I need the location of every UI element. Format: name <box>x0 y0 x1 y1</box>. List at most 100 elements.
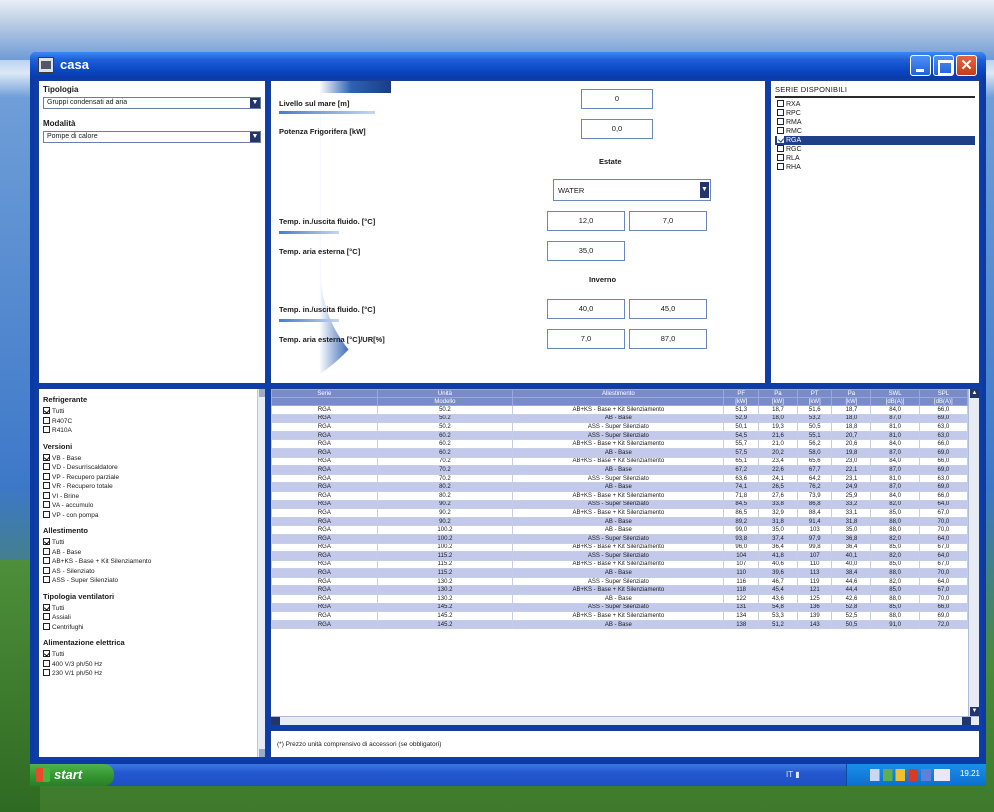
inverno-fluido-out-input[interactable]: 45,0 <box>629 299 707 319</box>
filter-option[interactable]: ASS - Super Silenziato <box>43 576 253 586</box>
livello-input[interactable]: 0 <box>581 89 653 109</box>
filter-checkbox[interactable] <box>43 416 50 424</box>
column-header[interactable]: SWL <box>870 389 920 398</box>
column-header[interactable]: SPL <box>918 389 969 398</box>
filter-checkbox[interactable] <box>43 482 50 489</box>
filter-checkbox[interactable] <box>43 426 50 433</box>
table-vertical-scrollbar[interactable]: ▲ ▼ <box>968 389 979 725</box>
table-row[interactable]: RGA 90.2 AB+KS - Base + Kit Silenziamento 8… <box>271 508 969 518</box>
start-button[interactable]: start <box>30 764 114 786</box>
filter-option[interactable]: VI - Brine <box>43 491 253 502</box>
series-item[interactable]: RLA <box>775 154 975 163</box>
chevron-down-icon[interactable]: ▼ <box>700 182 709 198</box>
column-header[interactable]: PT <box>796 389 833 398</box>
filter-checkbox[interactable] <box>43 566 50 574</box>
filter-checkbox[interactable] <box>43 491 50 499</box>
table-row[interactable]: RGA 100.2 AB+KS - Base + Kit Silenziamento… <box>271 542 969 553</box>
table-row[interactable]: RGA 60.2 ASS - Super Silenziato 54,5 21,6 55,… <box>271 430 969 441</box>
table-row[interactable]: RGA 50.2 AB+KS - Base + Kit Silenziamento 5… <box>271 405 969 415</box>
table-row[interactable]: RGA 115.2 AB+KS - Base + Kit Silenziamento… <box>271 559 969 570</box>
filter-checkbox[interactable] <box>43 453 50 461</box>
filter-checkbox[interactable] <box>43 576 50 583</box>
estate-fluido-out-input[interactable]: 7,0 <box>629 211 707 231</box>
column-header[interactable]: Unità <box>376 389 514 398</box>
filter-option[interactable]: AS - Silenziato <box>43 566 253 577</box>
series-checkbox[interactable] <box>777 100 784 107</box>
filter-option[interactable]: Centrifughi <box>43 622 253 633</box>
close-button[interactable]: ✕ <box>956 55 977 76</box>
table-row[interactable]: RGA 130.2 AB - Base 122 43,6 125 42,6 88,0 70,0 <box>271 594 969 604</box>
filter-option[interactable]: AB+KS - Base + Kit Silenziamento <box>43 557 253 567</box>
inverno-fluido-in-input[interactable]: 40,0 <box>547 299 625 319</box>
filter-checkbox[interactable] <box>43 613 50 620</box>
chevron-down-icon[interactable]: ▼ <box>250 132 260 142</box>
filter-scrollbar[interactable] <box>257 389 265 757</box>
table-row[interactable]: RGA 145.2 AB - Base 138 51,2 143 50,5 91,0 72,0 <box>271 619 969 630</box>
title-bar[interactable]: casa ✕ <box>30 52 986 78</box>
filter-checkbox[interactable] <box>43 603 50 611</box>
maximize-button[interactable] <box>933 55 954 76</box>
series-checkbox[interactable] <box>777 136 784 143</box>
column-header[interactable]: PF <box>723 389 759 398</box>
filter-checkbox[interactable] <box>43 547 50 555</box>
series-checkbox[interactable] <box>777 109 784 116</box>
filter-option[interactable]: Assiali <box>43 613 253 623</box>
table-row[interactable]: RGA 115.2 ASS - Super Silenziato 104 41,8 107… <box>271 551 969 561</box>
table-row[interactable]: RGA 130.2 ASS - Super Silenziato 116 46,7 119… <box>271 576 969 587</box>
filter-checkbox[interactable] <box>43 501 50 508</box>
series-checkbox[interactable] <box>777 127 784 134</box>
filter-option[interactable]: VR - Recupero totale <box>43 482 253 492</box>
series-checkbox[interactable] <box>777 154 784 161</box>
filter-option[interactable]: VD - Desurriscaldatore <box>43 463 253 473</box>
column-header[interactable]: Pa <box>831 389 872 398</box>
chevron-down-icon[interactable]: ▼ <box>250 98 260 108</box>
table-row[interactable]: RGA 60.2 AB - Base 57,5 20,2 58,0 19,8 87,0 69,0 <box>271 447 969 458</box>
series-item[interactable]: RHA <box>775 163 975 172</box>
estate-fluido-in-input[interactable]: 12,0 <box>547 211 625 231</box>
table-row[interactable]: RGA 145.2 ASS - Super Silenziato 131 54,8 136… <box>271 602 969 613</box>
filter-checkbox[interactable] <box>43 669 50 676</box>
table-row[interactable]: RGA 90.2 AB - Base 89,2 31,8 91,4 31,8 88,0 70,0 <box>271 516 969 527</box>
series-item[interactable]: RGA <box>775 136 975 145</box>
table-row[interactable]: RGA 115.2 AB - Base 110 39,6 113 38,4 88,0 70,0 <box>271 568 969 578</box>
series-item[interactable]: RXA <box>775 100 975 109</box>
table-row[interactable]: RGA 60.2 AB+KS - Base + Kit Silenziamento 5… <box>271 439 969 449</box>
filter-option[interactable]: Tutti <box>43 650 253 660</box>
scroll-right-icon[interactable] <box>962 717 971 725</box>
table-row[interactable]: RGA 50.2 AB - Base 52,9 18,0 53,2 18,0 87,0 69,0 <box>271 413 969 424</box>
filter-checkbox[interactable] <box>43 650 50 657</box>
series-checkbox[interactable] <box>777 163 784 170</box>
filter-option[interactable]: R410A <box>43 426 253 436</box>
filter-checkbox[interactable] <box>43 463 50 470</box>
filter-checkbox[interactable] <box>43 472 50 480</box>
series-checkbox[interactable] <box>777 118 784 125</box>
filter-option[interactable]: R407C <box>43 416 253 427</box>
table-row[interactable]: RGA 70.2 ASS - Super Silenziato 63,6 24,1 64,… <box>271 473 969 484</box>
table-horizontal-scrollbar[interactable] <box>271 716 979 725</box>
filter-checkbox[interactable] <box>43 659 50 667</box>
column-header[interactable]: Allestimento <box>512 389 725 398</box>
filter-checkbox[interactable] <box>43 557 50 564</box>
table-row[interactable]: RGA 50.2 ASS - Super Silenziato 50,1 19,3 50,… <box>271 422 969 432</box>
filter-option[interactable]: Tutti <box>43 603 253 614</box>
table-row[interactable]: RGA 80.2 AB+KS - Base + Kit Silenziamento 7… <box>271 490 969 501</box>
inverno-aria-temp-input[interactable]: 7,0 <box>547 329 625 349</box>
table-row[interactable]: RGA 100.2 AB - Base 99,0 35,0 103 35,0 88,0 70,0 <box>271 525 969 535</box>
fluid-select[interactable]: WATER ▼ <box>553 179 711 201</box>
column-header[interactable]: Serie <box>271 389 378 398</box>
estate-aria-input[interactable]: 35,0 <box>547 241 625 261</box>
table-row[interactable]: RGA 70.2 AB - Base 67,2 22,6 67,7 22,1 87,0 69,0 <box>271 465 969 475</box>
series-item[interactable]: RMC <box>775 127 975 136</box>
column-header[interactable]: Pa <box>757 389 798 398</box>
table-row[interactable]: RGA 90.2 ASS - Super Silenziato 84,5 33,8 86,… <box>271 499 969 510</box>
filter-checkbox[interactable] <box>43 538 50 545</box>
table-row[interactable]: RGA 70.2 AB+KS - Base + Kit Silenziamento 6… <box>271 456 969 467</box>
potenza-input[interactable]: 0,0 <box>581 119 653 139</box>
scroll-up-icon[interactable]: ▲ <box>970 389 979 398</box>
filter-option[interactable]: VP - con pompa <box>43 510 253 521</box>
filter-option[interactable]: VP - Recupero parziale <box>43 472 253 483</box>
filter-option[interactable]: 230 V/1 ph/50 Hz <box>43 669 253 679</box>
filter-option[interactable]: 400 V/3 ph/50 Hz <box>43 659 253 670</box>
filter-checkbox[interactable] <box>43 622 50 630</box>
filter-checkbox[interactable] <box>43 407 50 414</box>
